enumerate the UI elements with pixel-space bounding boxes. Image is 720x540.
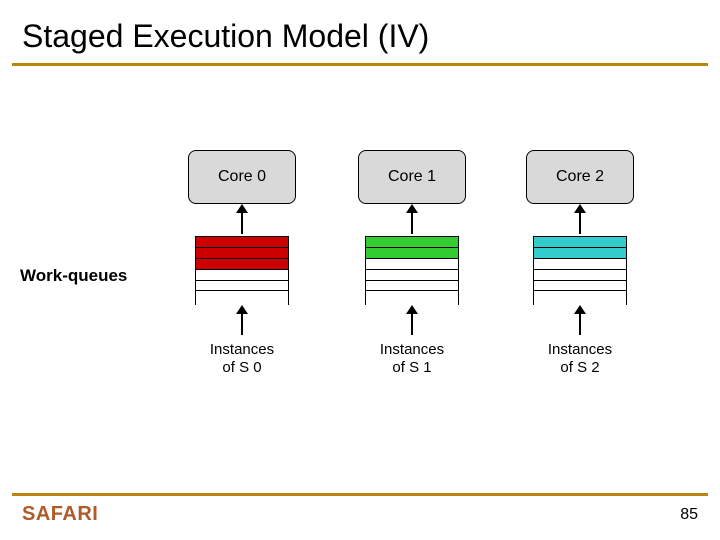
queue-tail: [195, 291, 289, 305]
queue-slot: [366, 247, 458, 258]
title-divider: [12, 63, 708, 66]
arrow-up-icon: [241, 212, 243, 234]
queue-slot: [534, 269, 626, 280]
arrow-up-icon: [579, 313, 581, 335]
core-box-2: Core 2: [526, 150, 634, 204]
work-queue-1: [365, 236, 459, 291]
arrow-up-icon: [579, 212, 581, 234]
queue-tail: [533, 291, 627, 305]
queue-slot: [366, 258, 458, 269]
queue-slot: [196, 236, 288, 247]
diagram-area: Work-queues Core 0 Instances of S 0 Core…: [0, 150, 720, 430]
queue-slot: [196, 258, 288, 269]
queue-slot: [366, 236, 458, 247]
arrow-up-icon: [411, 212, 413, 234]
instances-label-1: Instances of S 1: [352, 341, 472, 377]
instances-line1: Instances: [520, 341, 640, 359]
instances-line2: of S 2: [520, 359, 640, 377]
instances-label-0: Instances of S 0: [182, 341, 302, 377]
work-queue-0: [195, 236, 289, 291]
queue-slot: [366, 269, 458, 280]
instances-label-2: Instances of S 2: [520, 341, 640, 377]
queue-slot: [366, 280, 458, 291]
page-number: 85: [680, 506, 698, 524]
queue-slot: [196, 269, 288, 280]
queue-slot: [534, 258, 626, 269]
queue-slot: [534, 236, 626, 247]
core-box-1: Core 1: [358, 150, 466, 204]
footer-divider: [12, 493, 708, 496]
queue-slot: [196, 247, 288, 258]
work-queue-2: [533, 236, 627, 291]
arrow-up-icon: [411, 313, 413, 335]
safari-logo: SAFARI: [22, 503, 98, 526]
instances-line1: Instances: [182, 341, 302, 359]
queue-tail: [365, 291, 459, 305]
queue-slot: [534, 280, 626, 291]
core-column-0: Core 0 Instances of S 0: [182, 150, 302, 377]
queue-slot: [534, 247, 626, 258]
slide-title: Staged Execution Model (IV): [0, 0, 720, 63]
instances-line2: of S 1: [352, 359, 472, 377]
core-column-2: Core 2 Instances of S 2: [520, 150, 640, 377]
workqueues-label: Work-queues: [20, 266, 127, 286]
instances-line1: Instances: [352, 341, 472, 359]
instances-line2: of S 0: [182, 359, 302, 377]
core-column-1: Core 1 Instances of S 1: [352, 150, 472, 377]
queue-slot: [196, 280, 288, 291]
core-box-0: Core 0: [188, 150, 296, 204]
arrow-up-icon: [241, 313, 243, 335]
